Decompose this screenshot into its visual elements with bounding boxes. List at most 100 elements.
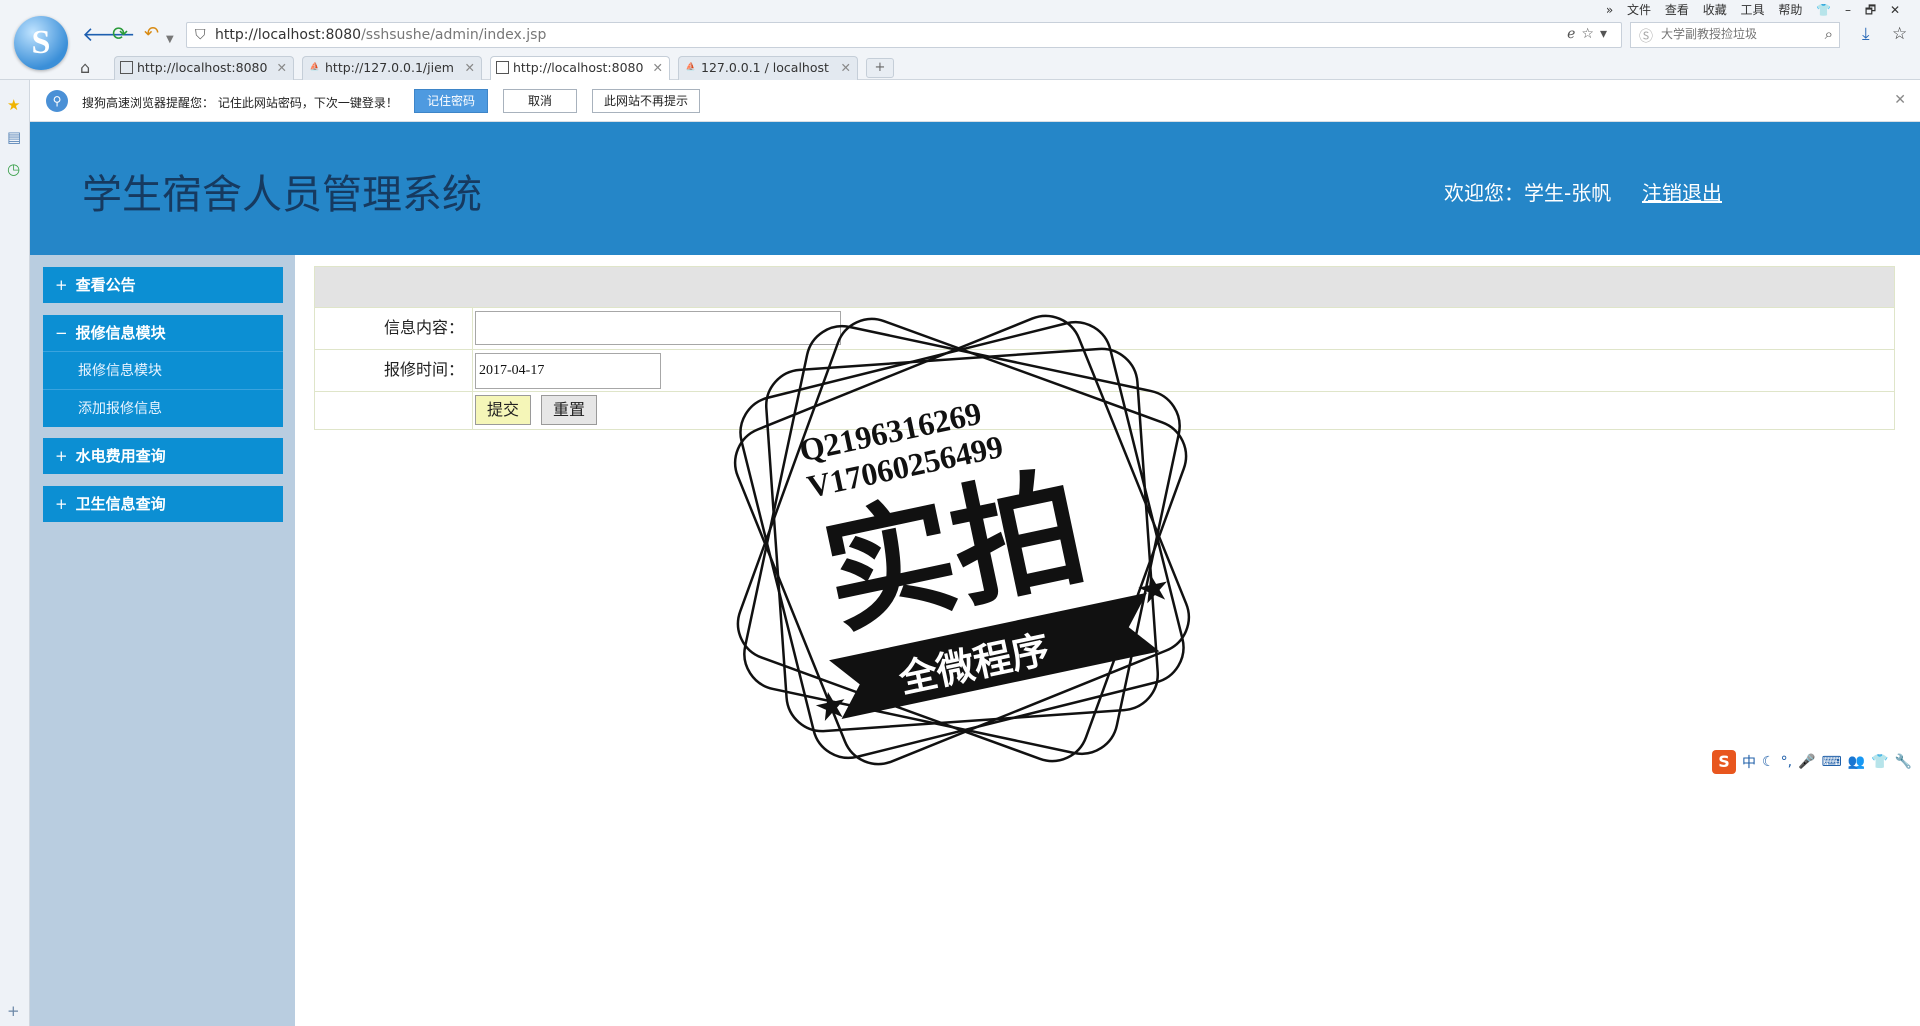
menu-tools[interactable]: 工具: [1741, 3, 1765, 17]
logout-link[interactable]: 注销退出: [1642, 177, 1722, 206]
close-bar-icon[interactable]: ✕: [1894, 92, 1906, 108]
bookmark-star-icon[interactable]: ☆: [1892, 24, 1907, 44]
app-title: 学生宿舍人员管理系统: [82, 172, 482, 218]
tab-close-icon[interactable]: ✕: [653, 60, 663, 75]
browser-logo-icon[interactable]: S: [14, 16, 68, 70]
menu-file[interactable]: 文件: [1627, 3, 1651, 17]
top-menu: » 文件 查看 收藏 工具 帮助 👕 – 🗗 ✕: [1596, 1, 1900, 22]
tab-3-active[interactable]: http://localhost:8080/s ✕: [490, 56, 670, 80]
page-icon: [120, 61, 133, 74]
undo-dropdown-icon[interactable]: ▼: [166, 28, 174, 52]
password-save-bar: ⚲ 搜狗高速浏览器提醒您： 记住此网站密码，下次一键登录！ 记住密码 取消 此网…: [30, 80, 1920, 122]
key-icon: ⚲: [46, 90, 68, 112]
sidebar-item-utility-fees[interactable]: + 水电费用查询: [43, 438, 283, 474]
address-dropdown-icon[interactable]: ▾: [1600, 26, 1613, 42]
user-icon[interactable]: 👥: [1848, 754, 1865, 770]
tab-close-icon[interactable]: ✕: [841, 60, 851, 75]
collapse-icon: −: [55, 324, 68, 342]
undo-icon[interactable]: ↶: [144, 22, 159, 46]
submit-button[interactable]: 提交: [475, 395, 531, 425]
browser-chrome: S 🡐 ⟳ ↶ ▼ ⛉ http://localhost:8080/sshsus…: [0, 0, 1920, 80]
history-clock-icon[interactable]: ◷: [7, 160, 20, 178]
menu-help[interactable]: 帮助: [1778, 3, 1802, 17]
more-menu[interactable]: »: [1606, 3, 1613, 17]
address-actions[interactable]: ℯ☆▾: [1567, 26, 1613, 42]
tab-1[interactable]: http://localhost:8080/h ✕: [114, 56, 294, 80]
main-content: 信息内容： 报修时间： 提交 重置: [295, 255, 1920, 1026]
microphone-icon[interactable]: 🎤: [1798, 754, 1815, 770]
keyboard-icon[interactable]: ⌨: [1821, 754, 1841, 770]
menu-view[interactable]: 查看: [1665, 3, 1689, 17]
download-icon[interactable]: ⤓: [1862, 24, 1870, 44]
tab-2[interactable]: ⛵ http://127.0.0.1/jiemian ✕: [302, 56, 482, 80]
expand-icon: +: [55, 495, 68, 513]
favorites-star-icon[interactable]: ★: [7, 96, 20, 114]
time-input[interactable]: [475, 353, 661, 389]
sidebar-item-announcements[interactable]: + 查看公告: [43, 267, 283, 303]
ime-mode-chinese[interactable]: 中: [1742, 752, 1756, 772]
tab-4[interactable]: ⛵ 127.0.0.1 / localhost / ✕: [678, 56, 858, 80]
browser-sidebar: ★ ▤ ◷ +: [0, 80, 30, 1026]
repair-form: 信息内容： 报修时间： 提交 重置: [314, 266, 1895, 430]
favorite-star-icon[interactable]: ☆: [1581, 26, 1600, 42]
skin-shirt-icon[interactable]: 👕: [1871, 754, 1888, 770]
sidebar-subitem-add-repair[interactable]: 添加报修信息: [43, 389, 283, 427]
address-bar[interactable]: ⛉ http://localhost:8080/sshsushe/admin/i…: [186, 22, 1622, 48]
sidebar-item-label: 水电费用查询: [75, 447, 166, 465]
expand-icon: +: [55, 276, 68, 294]
content-input[interactable]: [475, 311, 841, 345]
form-header: [315, 267, 1894, 307]
ime-toolbar: S 中 ☾ °, 🎤 ⌨ 👥 👕 🔧: [1712, 748, 1912, 776]
pma-icon: ⛵: [685, 62, 696, 71]
password-message: 搜狗高速浏览器提醒您： 记住此网站密码，下次一键登录！: [82, 96, 398, 110]
content-label: 信息内容：: [315, 308, 473, 349]
minimize-button[interactable]: –: [1845, 3, 1851, 17]
time-label: 报修时间：: [315, 350, 473, 391]
cancel-password-button[interactable]: 取消: [503, 89, 577, 113]
welcome-text: 欢迎您：学生-张帆: [1444, 181, 1612, 205]
expand-icon: +: [55, 447, 68, 465]
remember-password-button[interactable]: 记住密码: [414, 89, 488, 113]
sidebar-item-label: 卫生信息查询: [75, 495, 166, 513]
url-host: http://localhost:8080: [215, 27, 362, 43]
sidebar-menu: + 查看公告 − 报修信息模块 报修信息模块 添加报修信息 + 水电费用查询 + 卫生信…: [30, 255, 295, 1026]
skin-icon[interactable]: 👕: [1816, 3, 1831, 17]
menu-favorites[interactable]: 收藏: [1703, 3, 1727, 17]
app-header: 学生宿舍人员管理系统 欢迎您：学生-张帆 注销退出: [30, 122, 1920, 255]
reading-list-icon[interactable]: ▤: [7, 128, 21, 146]
form-row-content: 信息内容：: [315, 307, 1894, 349]
sidebar-item-label: 报修信息模块: [75, 324, 166, 342]
refresh-icon[interactable]: ⟳: [112, 22, 128, 46]
never-prompt-button[interactable]: 此网站不再提示: [592, 89, 700, 113]
tab-close-icon[interactable]: ✕: [465, 60, 475, 75]
wrench-icon[interactable]: 🔧: [1895, 754, 1912, 770]
tab-label: 127.0.0.1 / localhost /: [701, 60, 831, 75]
sogou-ime-logo[interactable]: S: [1712, 750, 1736, 774]
form-row-time: 报修时间：: [315, 349, 1894, 391]
sidebar-item-label: 查看公告: [75, 276, 136, 294]
page-icon: [496, 61, 509, 74]
reset-button[interactable]: 重置: [541, 395, 597, 425]
pma-icon: ⛵: [309, 62, 320, 71]
tab-label: http://localhost:8080/s: [513, 60, 643, 75]
empty-label-cell: [315, 392, 473, 430]
sidebar-item-repair-module[interactable]: − 报修信息模块: [43, 315, 283, 351]
search-icon[interactable]: ⌕: [1825, 25, 1833, 43]
form-row-buttons: 提交 重置: [315, 391, 1894, 430]
search-box[interactable]: Ⓢ ⌕: [1630, 22, 1840, 48]
search-input[interactable]: [1661, 27, 1811, 41]
add-panel-icon[interactable]: +: [7, 1002, 20, 1020]
new-tab-button[interactable]: +: [866, 58, 894, 78]
moon-icon[interactable]: ☾: [1762, 754, 1775, 770]
tab-close-icon[interactable]: ✕: [277, 60, 287, 75]
secure-shield-icon: ⛉: [195, 27, 206, 43]
sidebar-item-hygiene[interactable]: + 卫生信息查询: [43, 486, 283, 522]
restore-button[interactable]: 🗗: [1865, 3, 1876, 17]
sidebar-subitem-repair-info[interactable]: 报修信息模块: [43, 351, 283, 389]
home-icon[interactable]: ⌂: [80, 58, 90, 77]
tab-label: http://127.0.0.1/jiemian: [325, 60, 455, 75]
ie-mode-icon[interactable]: ℯ: [1567, 26, 1581, 42]
address-text[interactable]: http://localhost:8080/sshsushe/admin/ind…: [215, 27, 546, 43]
close-window-button[interactable]: ✕: [1890, 3, 1900, 17]
punctuation-icon[interactable]: °,: [1781, 754, 1792, 770]
